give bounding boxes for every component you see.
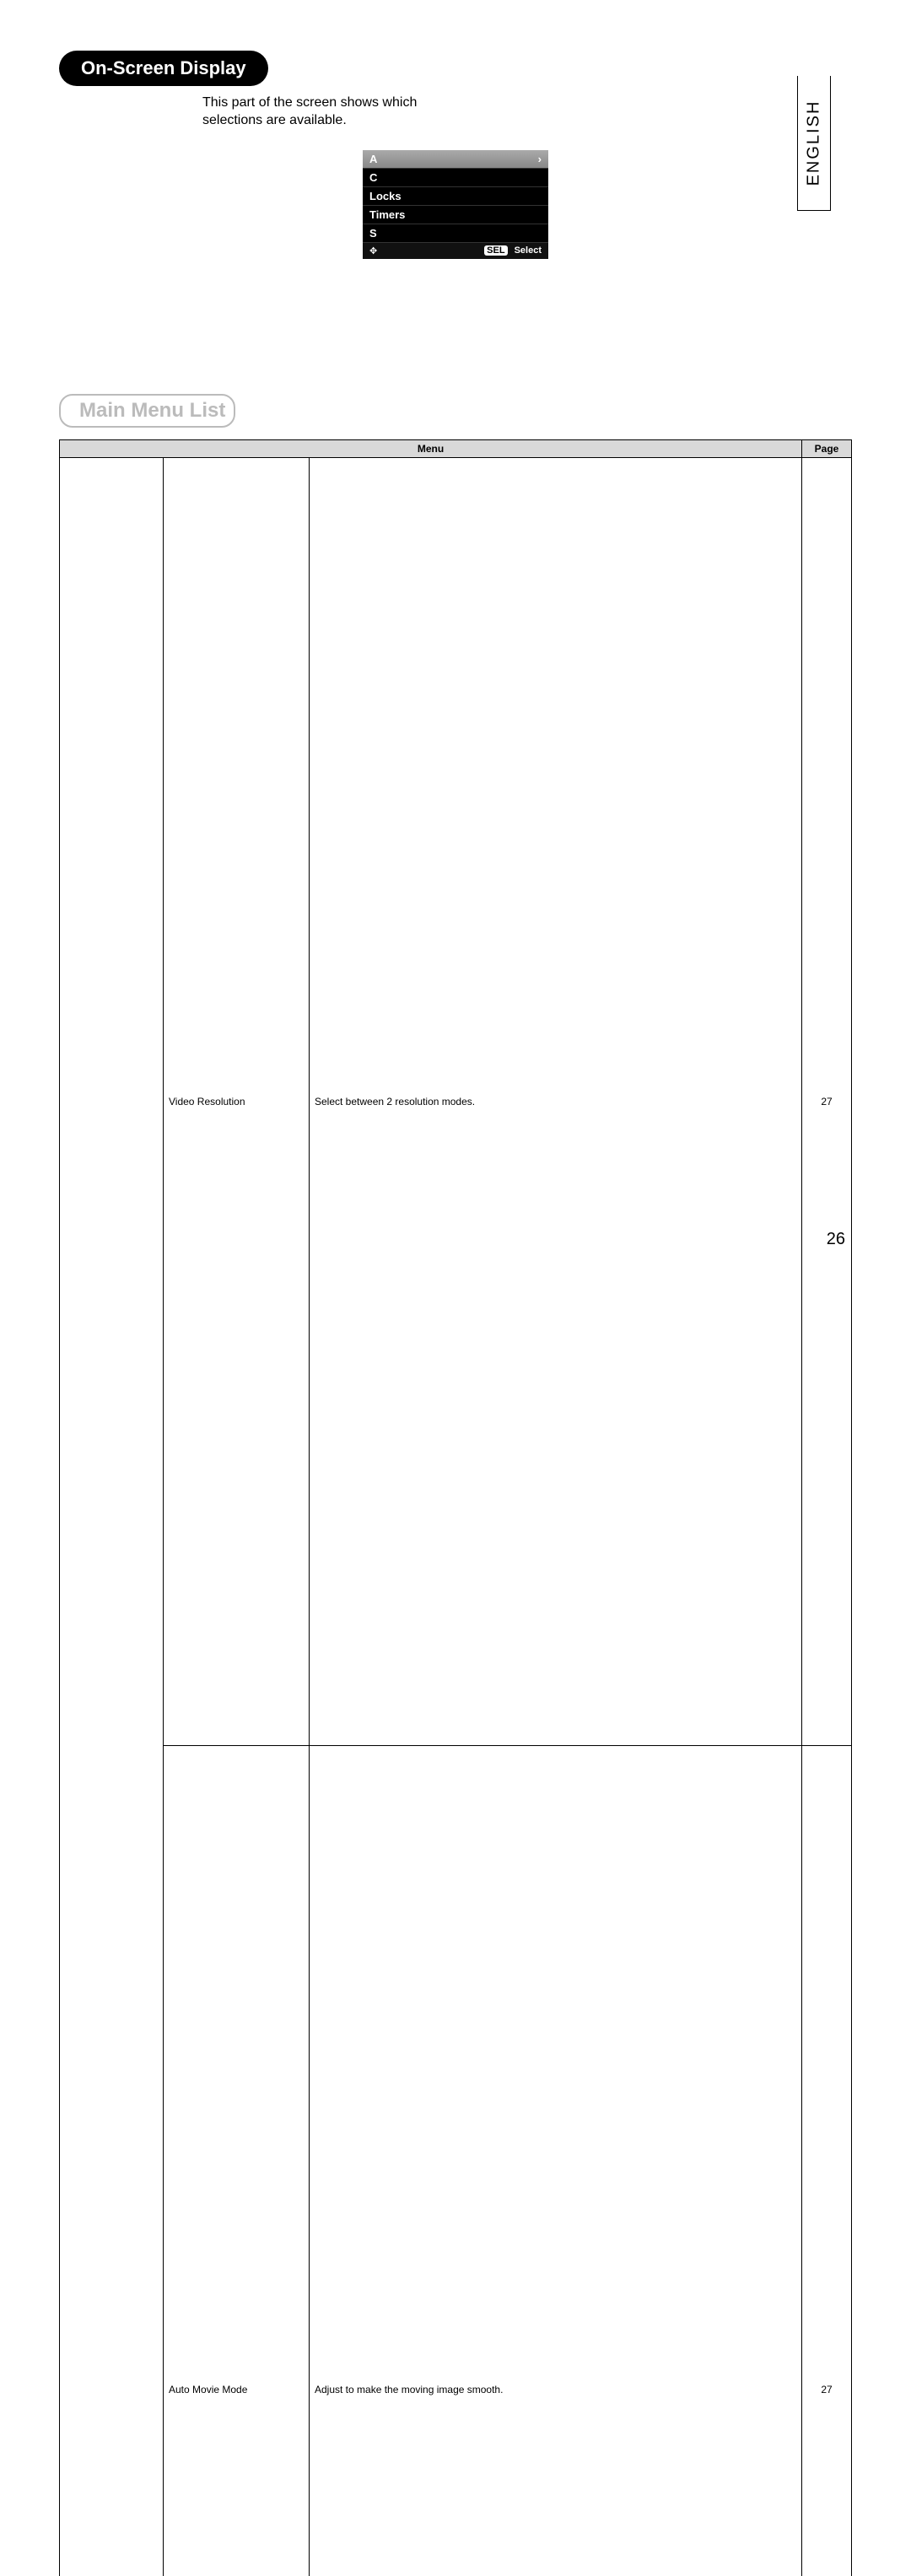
page-number: 26	[827, 1230, 845, 1249]
intro-line-1: This part of the screen shows which	[202, 94, 852, 112]
intro-line-2: selections are available.	[202, 112, 852, 130]
table-audio-video: Menu Page Audio/Video Video Resolution S…	[59, 439, 852, 2576]
dpad-icon: ✥	[369, 245, 377, 256]
table-cell: 27	[802, 1745, 852, 2576]
category-audio-video: Audio/Video	[60, 457, 164, 2576]
menu-row-locks: Locks	[363, 187, 548, 206]
menu-row-timers-label: Timers	[369, 208, 405, 221]
intro-text: This part of the screen shows which sele…	[202, 94, 852, 130]
th-page: Page	[802, 439, 852, 457]
table-cell: 27	[802, 457, 852, 1745]
table-cell: Select between 2 resolution modes.	[310, 457, 802, 1745]
menu-row-a-label: A	[369, 153, 377, 165]
menu-hint: ✥ SEL Select	[363, 243, 548, 259]
heading-on-screen-display: On-Screen Display	[59, 51, 268, 86]
sel-label: Select	[515, 245, 542, 256]
menu-row-timers: Timers	[363, 206, 548, 224]
table-cell: Adjust to make the moving image smooth.	[310, 1745, 802, 2576]
menu-screenshot: A › C Locks Timers S ✥ SEL Select	[363, 150, 548, 259]
th-menu: Menu	[60, 439, 802, 457]
menu-row-c: C	[363, 169, 548, 187]
table-cell: Video Resolution	[164, 457, 310, 1745]
table-cell: Auto Movie Mode	[164, 1745, 310, 2576]
chevron-right-icon: ›	[538, 153, 542, 165]
language-tab: ENGLISH	[797, 76, 831, 211]
sel-badge: SEL	[484, 245, 507, 256]
menu-row-a: A ›	[363, 150, 548, 169]
menu-row-s-label: S	[369, 227, 377, 240]
menu-row-locks-label: Locks	[369, 190, 402, 202]
heading-main-menu-list: Main Menu List	[59, 394, 235, 428]
language-tab-label: ENGLISH	[805, 100, 824, 186]
menu-row-c-label: C	[369, 171, 377, 184]
menu-row-s: S	[363, 224, 548, 243]
